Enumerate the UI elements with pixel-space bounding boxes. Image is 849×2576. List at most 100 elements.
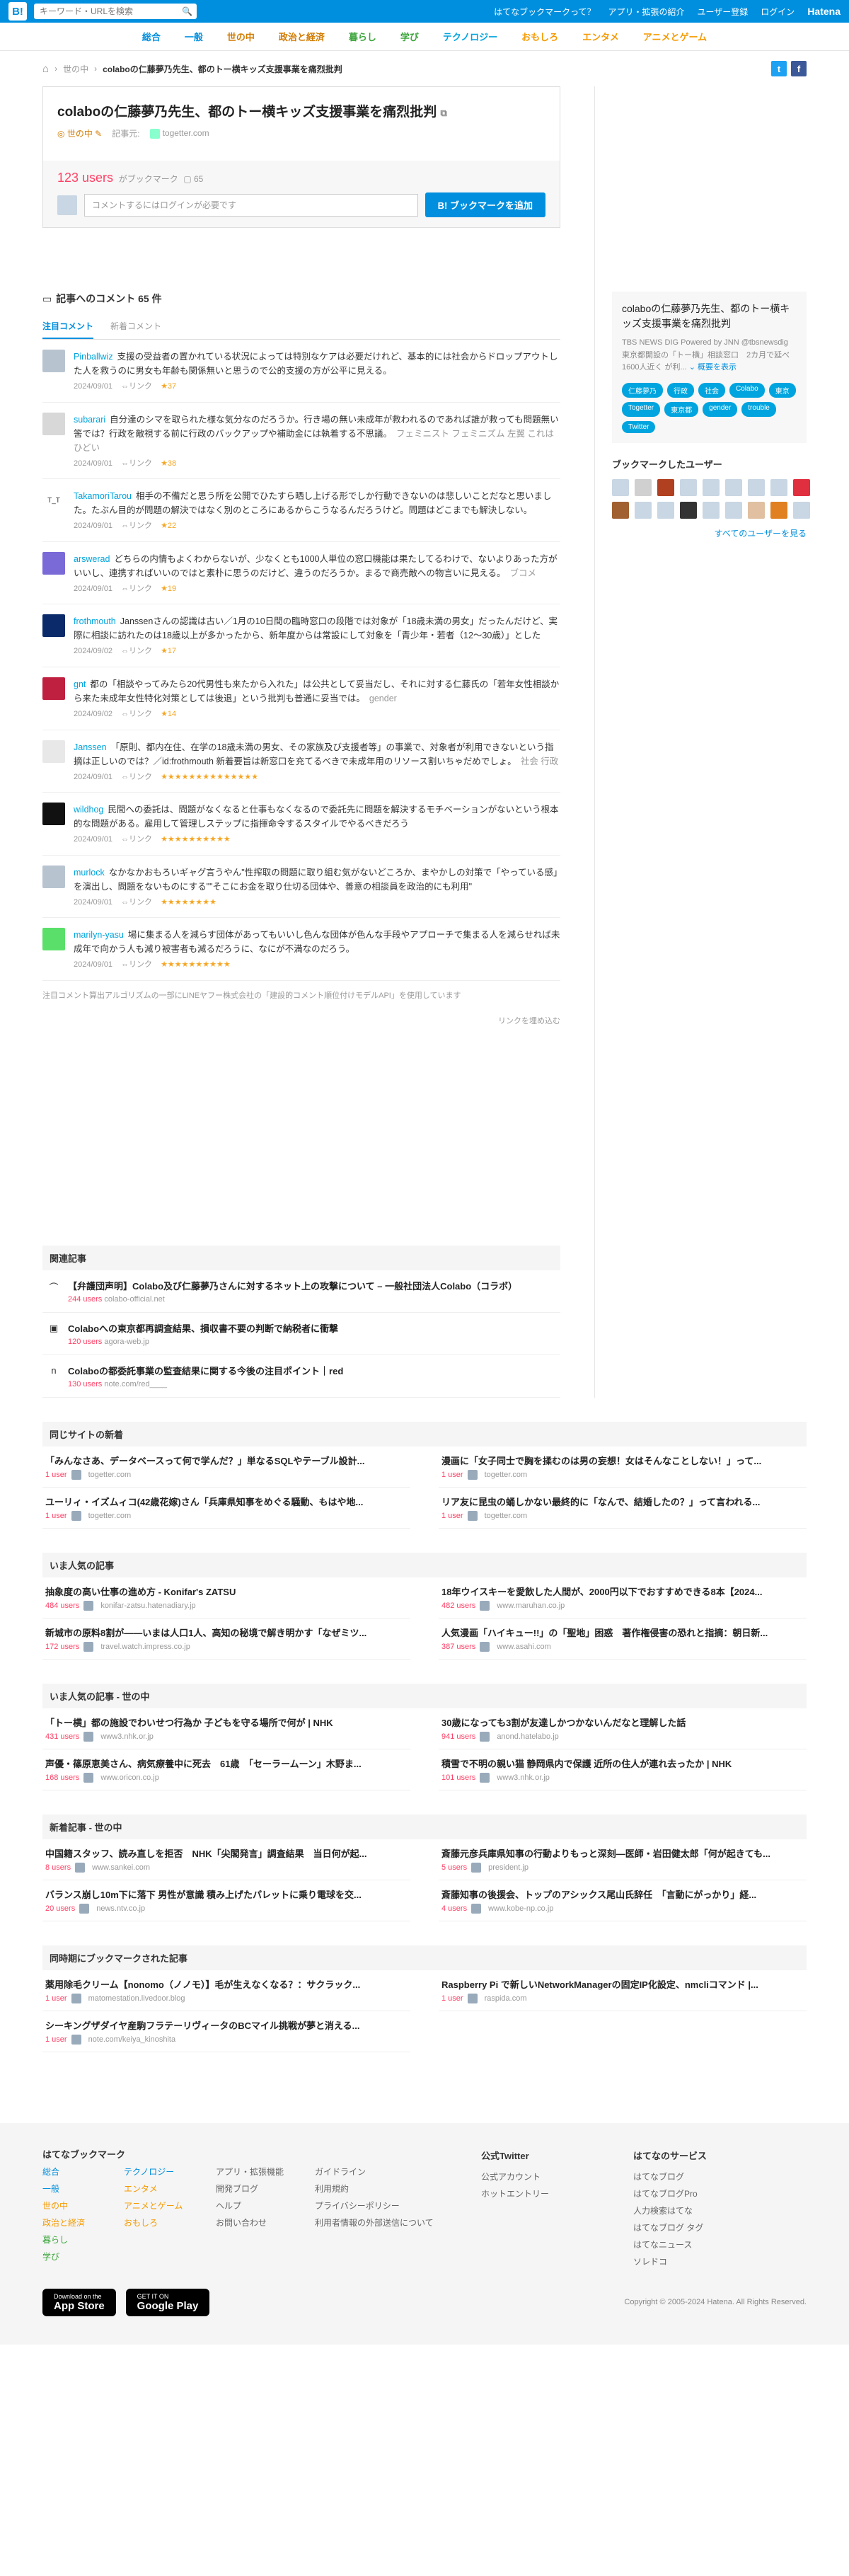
star-count[interactable]: ★★★★★★★★ (161, 897, 216, 909)
article-domain[interactable]: www.maruhan.co.jp (497, 1602, 565, 1610)
article-domain[interactable]: www.kobe-np.co.jp (488, 1904, 553, 1913)
comment-date[interactable]: 2024/09/01 (74, 897, 112, 909)
article-title[interactable]: ユーリィ・イズムィコ(42歳花嫁)さん「兵庫県知事をめぐる騒動、もはや地... (45, 1495, 408, 1508)
article-title[interactable]: リア友に昆虫の蛹しかない最終的に「なんで、結婚したの？」って言われる... (441, 1495, 804, 1508)
sidebar-entry-title[interactable]: colaboの仁藤夢乃先生、都のトー横キッズ支援事業を痛烈批判 (622, 301, 797, 331)
footer-link[interactable]: お問い合わせ (216, 2214, 315, 2231)
facebook-share-icon[interactable]: f (791, 61, 807, 76)
breadcrumb-section[interactable]: 世の中 (63, 63, 88, 75)
footer-link[interactable]: アプリ・拡張機能 (216, 2163, 315, 2180)
tag-chip[interactable]: 行政 (667, 382, 694, 398)
article-users[interactable]: 482 users (441, 1602, 475, 1610)
related-item-domain[interactable]: colabo-official.net (104, 1295, 164, 1304)
tag-chip[interactable]: Colabo (729, 382, 765, 398)
article-domain[interactable]: news.ntv.co.jp (96, 1904, 145, 1913)
article-domain[interactable]: konifar-zatsu.hatenadiary.jp (100, 1602, 195, 1610)
tag-chip[interactable]: 社会 (698, 382, 725, 398)
related-item[interactable]: ▣ Colaboへの東京都再調査結果、損収書不要の判断で納税者に衝撃 120 use… (42, 1313, 560, 1355)
star-count[interactable]: ★19 (161, 583, 176, 596)
user-avatar-icon[interactable] (612, 478, 629, 496)
related-item-title[interactable]: 【弁護団声明】Colabo及び仁藤夢乃さんに対するネット上の攻撃について – 一… (68, 1279, 517, 1292)
category-tab[interactable]: エンタメ (582, 30, 619, 43)
footer-link[interactable]: はてなブログ (633, 2168, 775, 2185)
footer-link[interactable]: ガイドライン (315, 2163, 456, 2180)
article-item[interactable]: 抽象度の高い仕事の進め方 - Konifar's ZATSU 484 users k… (42, 1577, 410, 1618)
comment-count-number[interactable]: 65 (194, 174, 203, 184)
home-icon[interactable]: ⌂ (42, 63, 49, 75)
article-users[interactable]: 4 users (441, 1904, 467, 1913)
tag-chip[interactable]: trouble (741, 401, 776, 417)
article-users[interactable]: 8 users (45, 1863, 71, 1872)
comment-date[interactable]: 2024/09/02 (74, 708, 112, 721)
comment-link-icon[interactable]: ⇔リンク (121, 771, 152, 784)
user-avatar-icon[interactable] (725, 501, 742, 519)
article-domain[interactable]: president.jp (488, 1863, 529, 1872)
category-tab[interactable]: テクノロジー (443, 30, 497, 43)
article-domain[interactable]: travel.watch.impress.co.jp (100, 1643, 190, 1651)
comment-link-icon[interactable]: ⇔リンク (121, 583, 152, 596)
commenter-avatar[interactable] (42, 865, 65, 888)
entry-title-text[interactable]: colaboの仁藤夢乃先生、都のトー横キッズ支援事業を痛烈批判 (57, 105, 437, 120)
footer-link[interactable]: ホットエントリー (481, 2185, 633, 2202)
article-item[interactable]: ユーリィ・イズムィコ(42歳花嫁)さん「兵庫県知事をめぐる騒動、もはや地... 1… (42, 1488, 410, 1529)
footer-link[interactable]: おもしろ (124, 2214, 216, 2231)
comment-tags[interactable]: gender (369, 694, 397, 703)
related-item-title[interactable]: Colaboの都委託事業の監査結果に関する今後の注目ポイント｜red (68, 1364, 343, 1377)
article-item[interactable]: Raspberry Pi で新しいNetworkManagerの固定IP化設定、… (439, 1970, 807, 2011)
footer-link[interactable]: 公式アカウント (481, 2168, 633, 2185)
article-item[interactable]: 積雪で不明の親い猫 静岡県内で保護 近所の住人が連れ去ったか | NHK 101 … (439, 1749, 807, 1790)
article-domain[interactable]: togetter.com (88, 1512, 132, 1520)
commenter-avatar[interactable] (42, 412, 65, 435)
footer-link[interactable]: 開発ブログ (216, 2180, 315, 2197)
footer-link[interactable]: 利用規約 (315, 2180, 456, 2197)
commenter-avatar[interactable] (42, 740, 65, 763)
article-item[interactable]: 声優・篠原恵美さん、病気療養中に死去 61歳 「セーラームーン」木野ま... 16… (42, 1749, 410, 1790)
tag-chip[interactable]: 東京都 (664, 401, 699, 417)
star-count[interactable]: ★★★★★★★★★★ (161, 834, 231, 846)
article-domain[interactable]: matomestation.livedoor.blog (88, 1994, 185, 2003)
comment-tags[interactable]: ブコメ (510, 568, 537, 578)
user-avatar-icon[interactable] (703, 501, 720, 519)
article-item[interactable]: リア友に昆虫の蛹しかない最終的に「なんで、結婚したの？」って言われる... 1 u… (439, 1488, 807, 1529)
comment-date[interactable]: 2024/09/01 (74, 458, 112, 471)
user-avatar-icon[interactable] (770, 501, 787, 519)
user-avatar-icon[interactable] (612, 501, 629, 519)
article-title[interactable]: 積雪で不明の親い猫 静岡県内で保護 近所の住人が連れ去ったか | NHK (441, 1756, 804, 1770)
comment-link-icon[interactable]: ⇔リンク (121, 520, 152, 533)
category-tab[interactable]: 世の中 (227, 30, 255, 43)
article-item[interactable]: 「みんなさあ、データベースって何で学んだ？」単なるSQLやテーブル設計... 1 … (42, 1447, 410, 1488)
article-users[interactable]: 1 user (45, 2035, 67, 2044)
user-avatar-icon[interactable] (793, 501, 810, 519)
comment-link-icon[interactable]: ⇔リンク (121, 959, 152, 972)
comment-count[interactable]: ▢ 65 (183, 174, 203, 184)
article-domain[interactable]: www.oricon.co.jp (100, 1773, 159, 1782)
comment-date[interactable]: 2024/09/01 (74, 834, 112, 846)
article-users[interactable]: 387 users (441, 1643, 475, 1651)
comment-date[interactable]: 2024/09/01 (74, 520, 112, 533)
article-domain[interactable]: note.com/keiya_kinoshita (88, 2035, 176, 2044)
star-count[interactable]: ★17 (161, 645, 176, 658)
article-users[interactable]: 1 user (441, 1994, 463, 2003)
article-item[interactable]: バランス崩し10m下に落下 男性が意識 積み上げたパレットに乗り電球を交... 2… (42, 1880, 410, 1921)
article-users[interactable]: 1 user (45, 1994, 67, 2003)
article-users[interactable]: 168 users (45, 1773, 79, 1782)
star-count[interactable]: ★22 (161, 520, 176, 533)
footer-link[interactable]: 暮らし (42, 2231, 124, 2248)
comment-input[interactable]: コメントするにはログインが必要です (84, 193, 418, 217)
related-item[interactable]: n Colaboの都委託事業の監査結果に関する今後の注目ポイント｜red 130 u… (42, 1355, 560, 1398)
category-tab[interactable]: 一般 (185, 30, 203, 43)
article-title[interactable]: 斎藤知事の後援会、トップのアシックス尾山氏辞任 「言動にがっかり」経... (441, 1887, 804, 1901)
article-users[interactable]: 484 users (45, 1602, 79, 1610)
article-domain[interactable]: anond.hatelabo.jp (497, 1732, 558, 1741)
search-icon[interactable]: 🔍 (182, 6, 192, 16)
search-input[interactable] (34, 4, 197, 19)
commenter-name[interactable]: wildhog (74, 805, 103, 815)
article-title[interactable]: 「トー横」都の施設でわいせつ行為か 子どもを守る場所で何が | NHK (45, 1715, 408, 1729)
tag-chip[interactable]: 仁藤夢乃 (622, 382, 663, 398)
article-item[interactable]: 斎藤元彦兵庫県知事の行動よりもっと深刻―医師・岩田健太郎「何が起きても... 5 … (439, 1839, 807, 1880)
article-domain[interactable]: www3.nhk.or.jp (497, 1773, 550, 1782)
user-avatar-icon[interactable] (703, 478, 720, 496)
article-users[interactable]: 101 users (441, 1773, 475, 1782)
commenter-avatar[interactable] (42, 677, 65, 700)
footer-link[interactable]: はてなブログPro (633, 2185, 775, 2202)
